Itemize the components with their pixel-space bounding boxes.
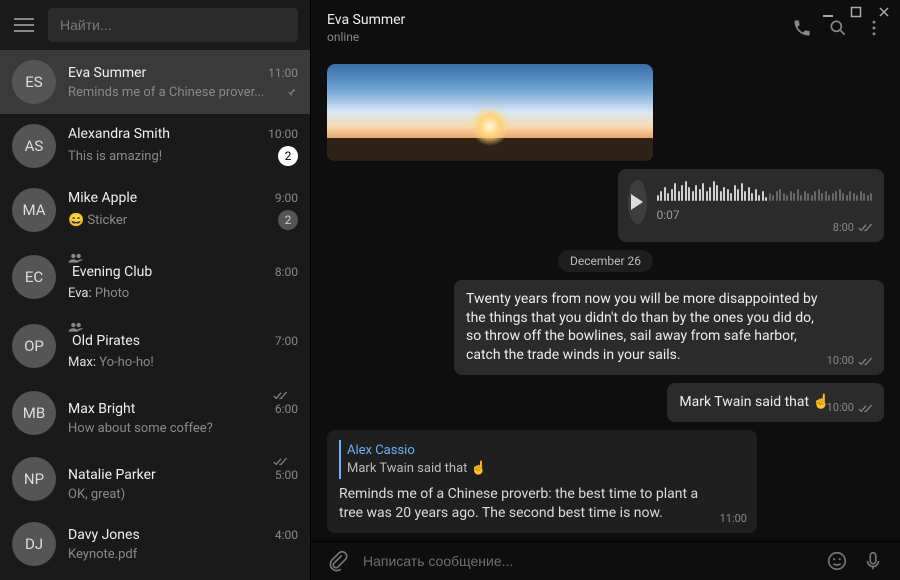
- chat-preview: Keynote.pdf: [68, 547, 137, 562]
- chat-time: 6:00: [273, 390, 298, 416]
- chat-name: Eva Summer: [68, 65, 146, 81]
- chat-time: 7:00: [275, 334, 298, 348]
- search-field[interactable]: [48, 8, 298, 42]
- window-maximize-icon[interactable]: [848, 4, 864, 20]
- pin-icon: [284, 85, 298, 99]
- window-close-icon[interactable]: [876, 4, 892, 20]
- chat-time: 5:00: [273, 456, 298, 482]
- chat-header-status: online: [327, 30, 405, 44]
- hamburger-icon[interactable]: [12, 13, 36, 37]
- chat-list: ES Eva Summer 11:00 Reminds me of a Chinese…: [0, 50, 310, 580]
- play-icon[interactable]: [628, 180, 647, 224]
- chat-name: Max Bright: [68, 401, 135, 417]
- sidebar: ES Eva Summer 11:00 Reminds me of a Chinese…: [0, 0, 311, 580]
- date-separator: December 26: [558, 250, 653, 272]
- chat-item[interactable]: NP Natalie Parker 5:00 OK, great): [0, 446, 310, 512]
- read-tick-icon: [273, 390, 298, 402]
- conversation: Eva Summer online Nearly missed this sun…: [311, 0, 900, 580]
- call-icon[interactable]: [792, 18, 812, 38]
- chat-item[interactable]: EC Evening Club 8:00 Eva: Photo: [0, 242, 310, 311]
- more-icon[interactable]: [864, 18, 884, 38]
- emoji-icon[interactable]: [826, 550, 848, 572]
- avatar: DJ: [12, 522, 56, 566]
- reply-reference[interactable]: Alex Cassio Mark Twain said that ☝️: [339, 440, 703, 479]
- chat-header-title[interactable]: Eva Summer: [327, 12, 405, 28]
- chat-name: Mike Apple: [68, 190, 137, 206]
- chat-name: Alexandra Smith: [68, 126, 170, 142]
- chat-item[interactable]: DJ Davy Jones 4:00 Keynote.pdf: [0, 512, 310, 576]
- chat-item[interactable]: OP Old Pirates 7:00 Max: Yo-ho-ho!: [0, 311, 310, 380]
- chat-preview: 😄 Sticker: [68, 213, 127, 228]
- chat-time: 11:00: [268, 66, 298, 80]
- sunrise-image: [327, 64, 653, 160]
- search-icon[interactable]: [828, 18, 848, 38]
- avatar: NP: [12, 457, 56, 501]
- chat-preview: Reminds me of a Chinese prover...: [68, 85, 264, 100]
- microphone-icon[interactable]: [862, 550, 884, 572]
- avatar: MB: [12, 391, 56, 435]
- avatar: MA: [12, 188, 56, 232]
- avatar: ES: [12, 60, 56, 104]
- message-in-reply[interactable]: Alex Cassio Mark Twain said that ☝️ Remi…: [327, 430, 757, 533]
- chat-preview: How about some coffee?: [68, 421, 213, 436]
- chat-preview: Eva: Photo: [68, 286, 129, 301]
- chat-item[interactable]: AS Alexandra Smith 10:00 This is amazing! 2: [0, 114, 310, 178]
- unread-badge: 2: [278, 210, 298, 230]
- group-icon: [68, 252, 152, 264]
- chat-item[interactable]: MA Mike Apple 9:00 😄 Sticker 2: [0, 178, 310, 242]
- avatar: AS: [12, 124, 56, 168]
- chat-preview: This is amazing!: [68, 149, 162, 164]
- chat-name: Evening Club: [68, 252, 152, 282]
- chat-name: Natalie Parker: [68, 467, 156, 483]
- chat-preview: Max: Yo-ho-ho!: [68, 355, 154, 370]
- group-icon: [68, 321, 140, 333]
- chat-item[interactable]: ES Eva Summer 11:00 Reminds me of a Chinese…: [0, 50, 310, 114]
- chat-time: 4:00: [275, 528, 298, 542]
- message-voice[interactable]: 0:07 8:00: [618, 169, 884, 241]
- read-tick-icon: [858, 403, 874, 415]
- composer-input[interactable]: [363, 553, 812, 569]
- chat-name: Davy Jones: [68, 527, 140, 543]
- read-tick-icon: [858, 222, 874, 234]
- search-input[interactable]: [60, 17, 286, 33]
- chat-time: 8:00: [275, 265, 298, 279]
- chat-preview: OK, great): [68, 487, 125, 502]
- unread-badge: 2: [278, 146, 298, 166]
- attach-icon[interactable]: [327, 550, 349, 572]
- message-out-quote[interactable]: Twenty years from now you will be more d…: [454, 280, 884, 376]
- message-photo[interactable]: Nearly missed this sunrise 7:00: [327, 64, 653, 161]
- voice-waveform[interactable]: [657, 179, 873, 201]
- message-out-attrib[interactable]: Mark Twain said that ☝️ 10:00: [667, 383, 884, 422]
- chat-name: Old Pirates: [68, 321, 140, 351]
- messages: Nearly missed this sunrise 7:00 0:07 8:0…: [311, 56, 900, 541]
- composer: [311, 541, 900, 580]
- read-tick-icon: [858, 356, 874, 368]
- read-tick-icon: [273, 456, 298, 468]
- chat-time: 9:00: [275, 191, 298, 205]
- chat-item[interactable]: MB Max Bright 6:00 How about some coffee?: [0, 380, 310, 446]
- avatar: OP: [12, 324, 56, 368]
- avatar: EC: [12, 255, 56, 299]
- chat-time: 10:00: [268, 127, 298, 141]
- window-minimize-icon[interactable]: [820, 4, 836, 20]
